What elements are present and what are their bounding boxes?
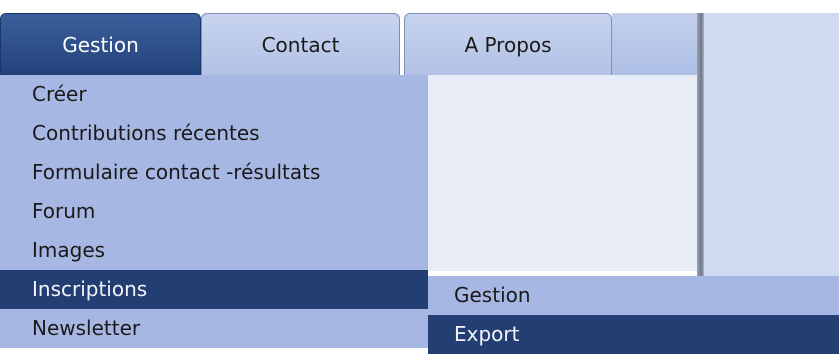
- submenu-item-gestion[interactable]: Gestion: [428, 276, 839, 315]
- menu-item-images[interactable]: Images: [0, 231, 428, 270]
- tab-contact[interactable]: Contact: [201, 13, 400, 75]
- submenu-item-export[interactable]: Export: [428, 315, 839, 354]
- gestion-dropdown-menu: Créer Contributions récentes Formulaire …: [0, 75, 428, 348]
- menu-empty-area: [428, 75, 697, 271]
- menu-screen: Gestion Contact A Propos Créer Contribut…: [0, 0, 839, 354]
- menu-item-creer[interactable]: Créer: [0, 75, 428, 114]
- tab-bar: Gestion Contact A Propos: [0, 13, 697, 75]
- menu-item-inscriptions[interactable]: Inscriptions: [0, 270, 428, 309]
- menu-item-newsletter[interactable]: Newsletter: [0, 309, 428, 348]
- tab-a-propos[interactable]: A Propos: [404, 13, 612, 75]
- menu-item-formulaire-contact-resultats[interactable]: Formulaire contact -résultats: [0, 153, 428, 192]
- background-panel: [704, 13, 839, 279]
- tab-bar-filler: [612, 13, 697, 75]
- tab-gestion[interactable]: Gestion: [0, 13, 201, 75]
- menu-item-contributions-recentes[interactable]: Contributions récentes: [0, 114, 428, 153]
- menu-item-forum[interactable]: Forum: [0, 192, 428, 231]
- panel-divider: [697, 13, 704, 279]
- inscriptions-submenu: Gestion Export: [428, 276, 839, 354]
